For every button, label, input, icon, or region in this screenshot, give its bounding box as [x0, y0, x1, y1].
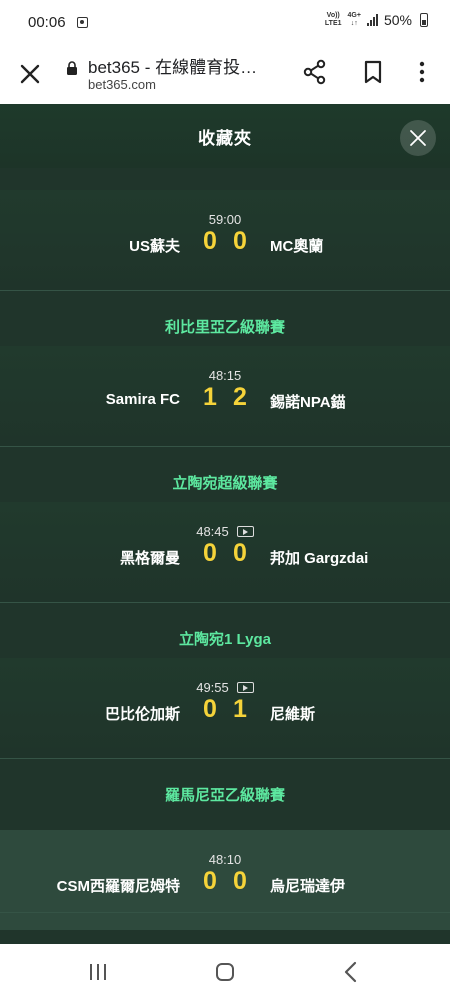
browser-toolbar: bet365 - 在線體育投… bet365.com [0, 48, 450, 105]
divider [0, 912, 450, 913]
league-header: 羅馬尼亞乙級聯賽 [164, 787, 285, 804]
battery-icon [420, 13, 428, 27]
away-team: MC奧蘭 [270, 238, 324, 255]
match-time: 48:10 [208, 852, 242, 867]
bookmark-icon[interactable] [362, 60, 384, 84]
match-time: 59:00 [208, 212, 242, 227]
away-score: 1 [233, 695, 247, 723]
league-header: 立陶宛1 Lyga [179, 631, 271, 648]
match-card[interactable]: 48:15 Samira FC 1 2 錫諾NPA錨 [0, 346, 450, 446]
away-team: 錫諾NPA錨 [270, 394, 346, 411]
battery-percent: 50% [383, 12, 412, 28]
home-score: 0 [203, 695, 217, 723]
page-title[interactable]: bet365 - 在線體育投… [88, 53, 288, 78]
away-team: 尼維斯 [270, 706, 316, 723]
close-icon [410, 130, 426, 146]
panel-title: 收藏夾 [198, 129, 252, 148]
recent-apps-icon[interactable] [90, 964, 106, 980]
panel-close-button[interactable] [400, 120, 436, 156]
favourites-panel: 59:00 US蘇夫 0 0 MC奧蘭 利比里亞乙級聯賽 48:15 Samir… [0, 104, 450, 944]
divider [0, 290, 450, 291]
video-icon[interactable] [236, 682, 254, 694]
notification-app-icon [77, 17, 88, 28]
away-team: 邦加 Gargzdai [270, 550, 369, 567]
match-card[interactable]: 49:55 巴比伦加斯 0 1 尼維斯 [0, 658, 450, 758]
more-icon[interactable] [412, 60, 432, 84]
home-score: 0 [203, 539, 217, 567]
home-score: 0 [203, 227, 217, 255]
home-team: 黑格爾曼 [119, 550, 180, 567]
home-team: 巴比伦加斯 [104, 706, 180, 723]
league-header: 利比里亞乙級聯賽 [164, 319, 285, 336]
volte-indicator: Vo)) LTE1 [324, 12, 342, 27]
away-score: 0 [233, 539, 247, 567]
match-time: 48:45 [0, 524, 450, 539]
panel-header: 收藏夾 [0, 104, 450, 168]
divider [0, 758, 450, 759]
data-indicator: 4G+ ↓↑ [347, 12, 361, 27]
divider [0, 602, 450, 603]
back-icon[interactable] [343, 961, 359, 983]
match-time: 48:15 [208, 368, 242, 383]
home-team: US蘇夫 [129, 238, 180, 255]
close-icon[interactable] [16, 60, 44, 88]
league-header: 立陶宛超級聯賽 [172, 475, 278, 492]
home-score: 1 [203, 383, 217, 411]
status-indicators: Vo)) LTE1 4G+ ↓↑ 50% [325, 12, 428, 28]
away-score: 0 [233, 227, 247, 255]
match-card[interactable]: 48:10 CSM西羅爾尼姆特 0 0 烏尼瑞達伊 [0, 830, 450, 930]
lock-icon [67, 61, 77, 75]
status-time: 00:06 [28, 14, 66, 31]
page-url[interactable]: bet365.com [88, 77, 156, 92]
away-score: 0 [233, 867, 247, 895]
divider [0, 446, 450, 447]
system-nav-bar [0, 944, 450, 1000]
home-team: Samira FC [105, 391, 180, 408]
status-bar: 00:06 Vo)) LTE1 4G+ ↓↑ 50% [0, 0, 450, 48]
match-card[interactable]: 48:45 黑格爾曼 0 0 邦加 Gargzdai [0, 502, 450, 602]
share-icon[interactable] [302, 59, 328, 85]
video-icon[interactable] [236, 526, 254, 538]
away-team: 烏尼瑞達伊 [270, 878, 346, 895]
match-time: 49:55 [0, 680, 450, 695]
home-icon[interactable] [216, 963, 234, 981]
away-score: 2 [233, 383, 247, 411]
home-team: CSM西羅爾尼姆特 [56, 878, 180, 895]
match-card[interactable]: 59:00 US蘇夫 0 0 MC奧蘭 [0, 190, 450, 290]
signal-icon [366, 14, 378, 26]
home-score: 0 [203, 867, 217, 895]
